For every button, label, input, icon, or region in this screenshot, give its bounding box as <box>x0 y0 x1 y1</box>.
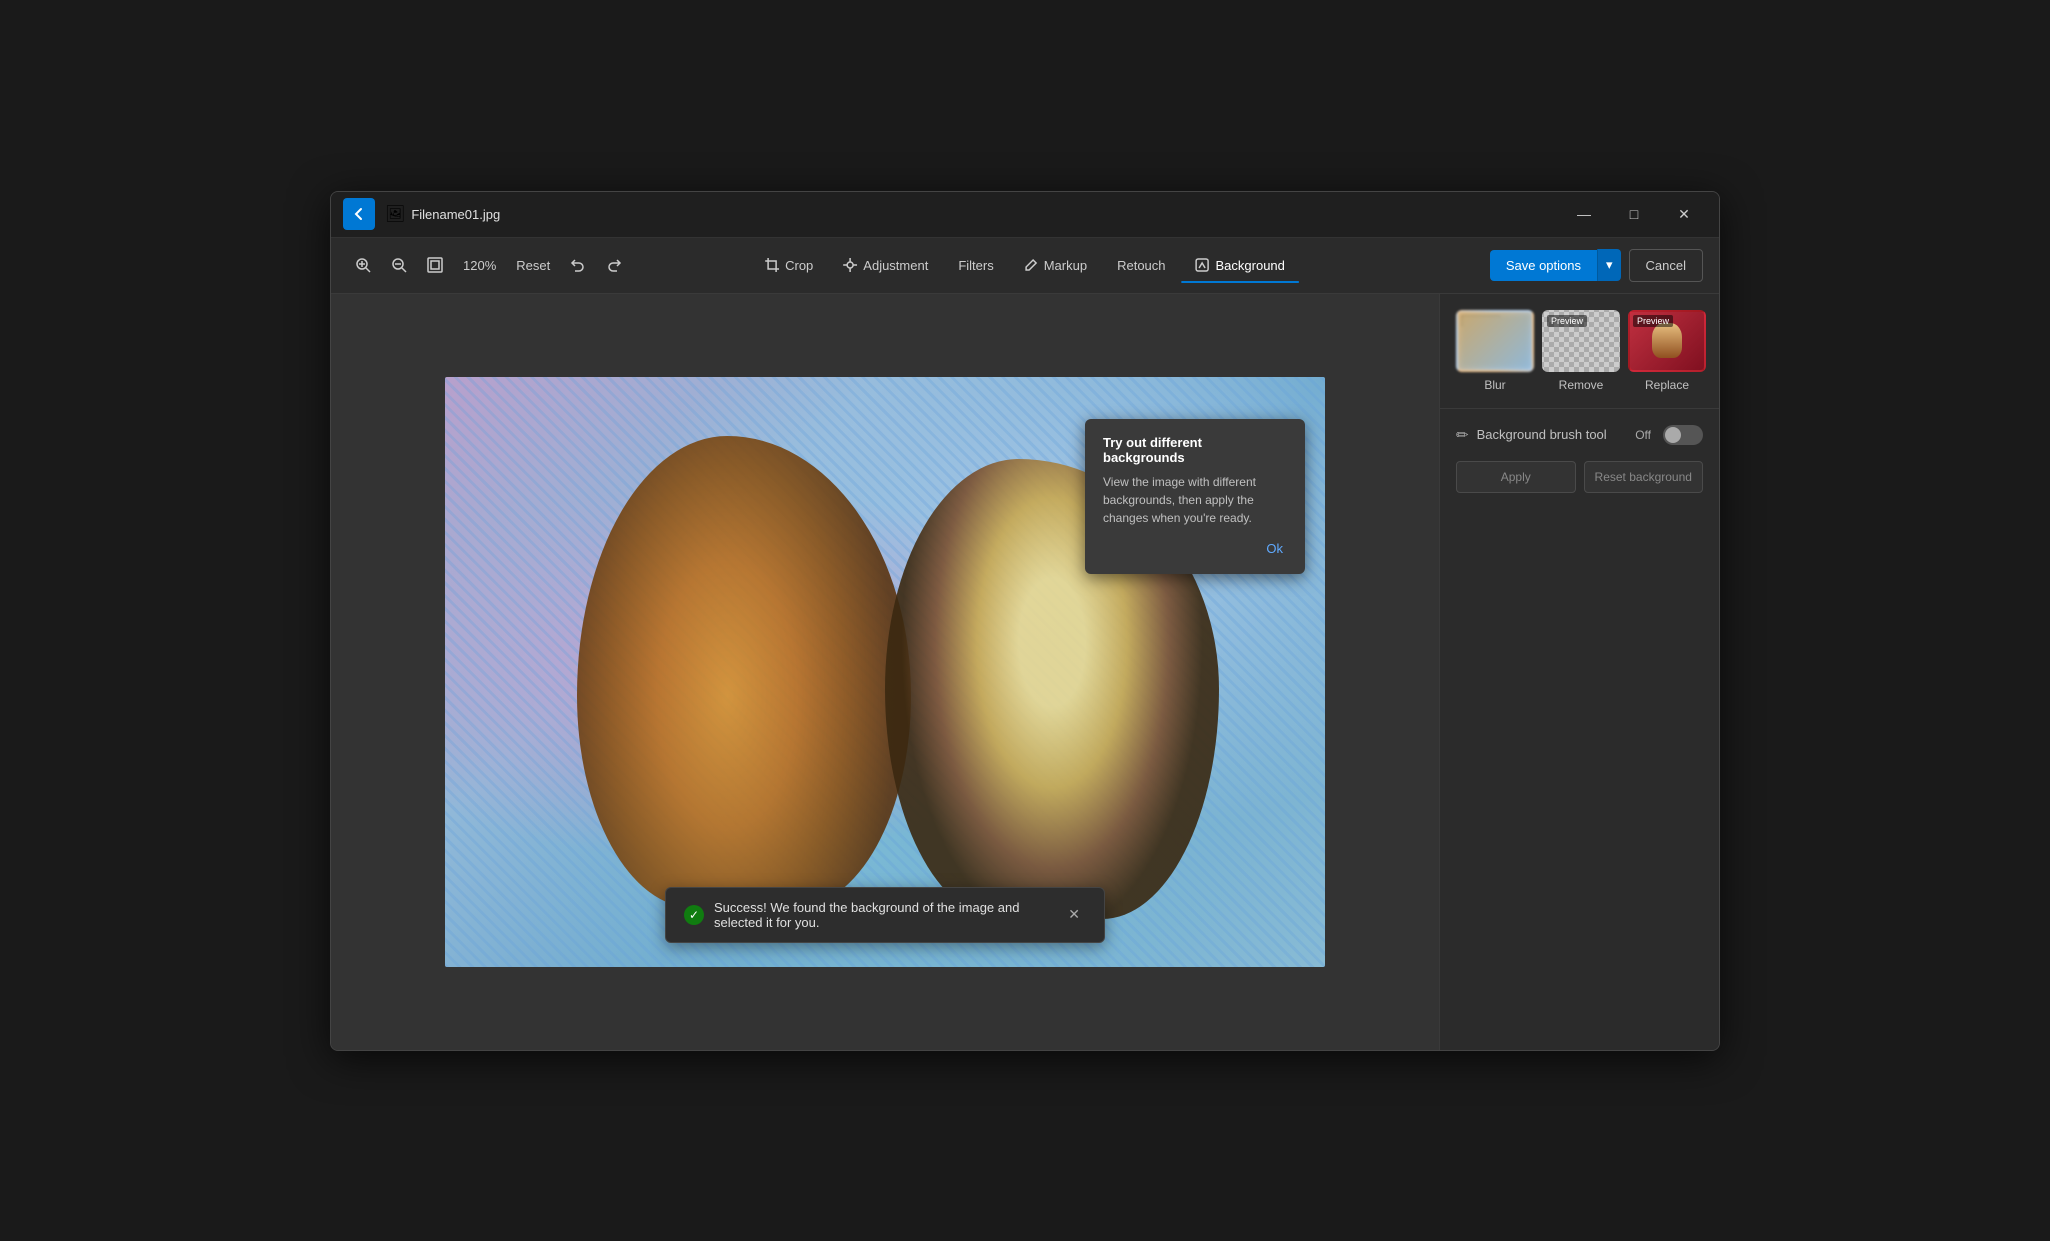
toast-message: Success! We found the background of the … <box>714 900 1052 930</box>
success-toast: ✓ Success! We found the background of th… <box>665 887 1105 943</box>
tooltip-title: Try out different backgrounds <box>1103 435 1287 465</box>
success-icon: ✓ <box>684 905 704 925</box>
toolbar-right: Save options ▾ Cancel <box>1490 249 1703 282</box>
title-bar: 🖼 Filename01.jpg — □ ✕ <box>331 192 1719 238</box>
zoom-level: 120% <box>455 254 504 277</box>
back-button[interactable] <box>343 198 375 230</box>
save-options-dropdown-button[interactable]: ▾ <box>1597 249 1621 281</box>
zoom-in-button[interactable] <box>347 251 379 279</box>
crop-tool-button[interactable]: Crop <box>751 250 827 281</box>
replace-label: Replace <box>1645 378 1689 392</box>
panel-divider <box>1440 408 1719 409</box>
background-tooltip: Try out different backgrounds View the i… <box>1085 419 1305 574</box>
zoom-out-button[interactable] <box>383 251 415 279</box>
brush-icon: ✏ <box>1456 426 1469 444</box>
undo-button[interactable] <box>562 251 594 279</box>
main-area: Try out different backgrounds View the i… <box>331 294 1719 1050</box>
file-icon: 🖼 <box>385 204 405 224</box>
brush-tool-row: ✏ Background brush tool Off <box>1456 425 1703 445</box>
tooltip-text: View the image with different background… <box>1103 473 1287 527</box>
maximize-button[interactable]: □ <box>1611 198 1657 230</box>
replace-option[interactable]: Preview Replace <box>1628 310 1706 392</box>
filename: Filename01.jpg <box>411 207 500 222</box>
reset-button[interactable]: Reset <box>508 252 558 279</box>
image-container: Try out different backgrounds View the i… <box>445 377 1325 967</box>
remove-label: Remove <box>1559 378 1604 392</box>
replace-preview-label: Preview <box>1633 315 1673 327</box>
background-options: Preview Blur Preview Remove Prev <box>1456 310 1703 392</box>
filters-tool-button[interactable]: Filters <box>944 250 1007 281</box>
save-options-button[interactable]: Save options <box>1490 250 1597 281</box>
blur-label: Blur <box>1484 378 1505 392</box>
redo-button[interactable] <box>598 251 630 279</box>
right-panel: Preview Blur Preview Remove Prev <box>1439 294 1719 1050</box>
toolbar-center: Crop Adjustment Filters Markup Retouch B… <box>751 250 1299 281</box>
retouch-tool-button[interactable]: Retouch <box>1103 250 1179 281</box>
remove-preview-label: Preview <box>1547 315 1587 327</box>
background-tool-button[interactable]: Background <box>1182 250 1299 281</box>
reset-background-button[interactable]: Reset background <box>1584 461 1704 493</box>
window-controls: — □ ✕ <box>1561 198 1707 230</box>
cancel-button[interactable]: Cancel <box>1629 249 1703 282</box>
markup-tool-button[interactable]: Markup <box>1010 250 1101 281</box>
toolbar-left: 120% Reset <box>347 251 630 279</box>
fit-button[interactable] <box>419 251 451 279</box>
app-window: 🖼 Filename01.jpg — □ ✕ 120% Reset <box>330 191 1720 1051</box>
minimize-button[interactable]: — <box>1561 198 1607 230</box>
toggle-off-label: Off <box>1635 428 1651 442</box>
brush-tool-toggle[interactable] <box>1663 425 1703 445</box>
remove-thumbnail: Preview <box>1542 310 1620 372</box>
remove-option[interactable]: Preview Remove <box>1542 310 1620 392</box>
tooltip-ok-button[interactable]: Ok <box>1262 539 1287 558</box>
canvas-area[interactable]: Try out different backgrounds View the i… <box>331 294 1439 1050</box>
toast-close-button[interactable]: ✕ <box>1062 904 1086 925</box>
brush-tool-label: Background brush tool <box>1477 427 1628 442</box>
replace-thumbnail: Preview <box>1628 310 1706 372</box>
blur-thumbnail: Preview <box>1456 310 1534 372</box>
apply-button[interactable]: Apply <box>1456 461 1576 493</box>
blur-option[interactable]: Preview Blur <box>1456 310 1534 392</box>
close-button[interactable]: ✕ <box>1661 198 1707 230</box>
adjustment-tool-button[interactable]: Adjustment <box>829 250 942 281</box>
dog-left <box>577 436 911 908</box>
panel-actions: Apply Reset background <box>1456 461 1703 493</box>
toolbar: 120% Reset Crop Adjustment Filters <box>331 238 1719 294</box>
